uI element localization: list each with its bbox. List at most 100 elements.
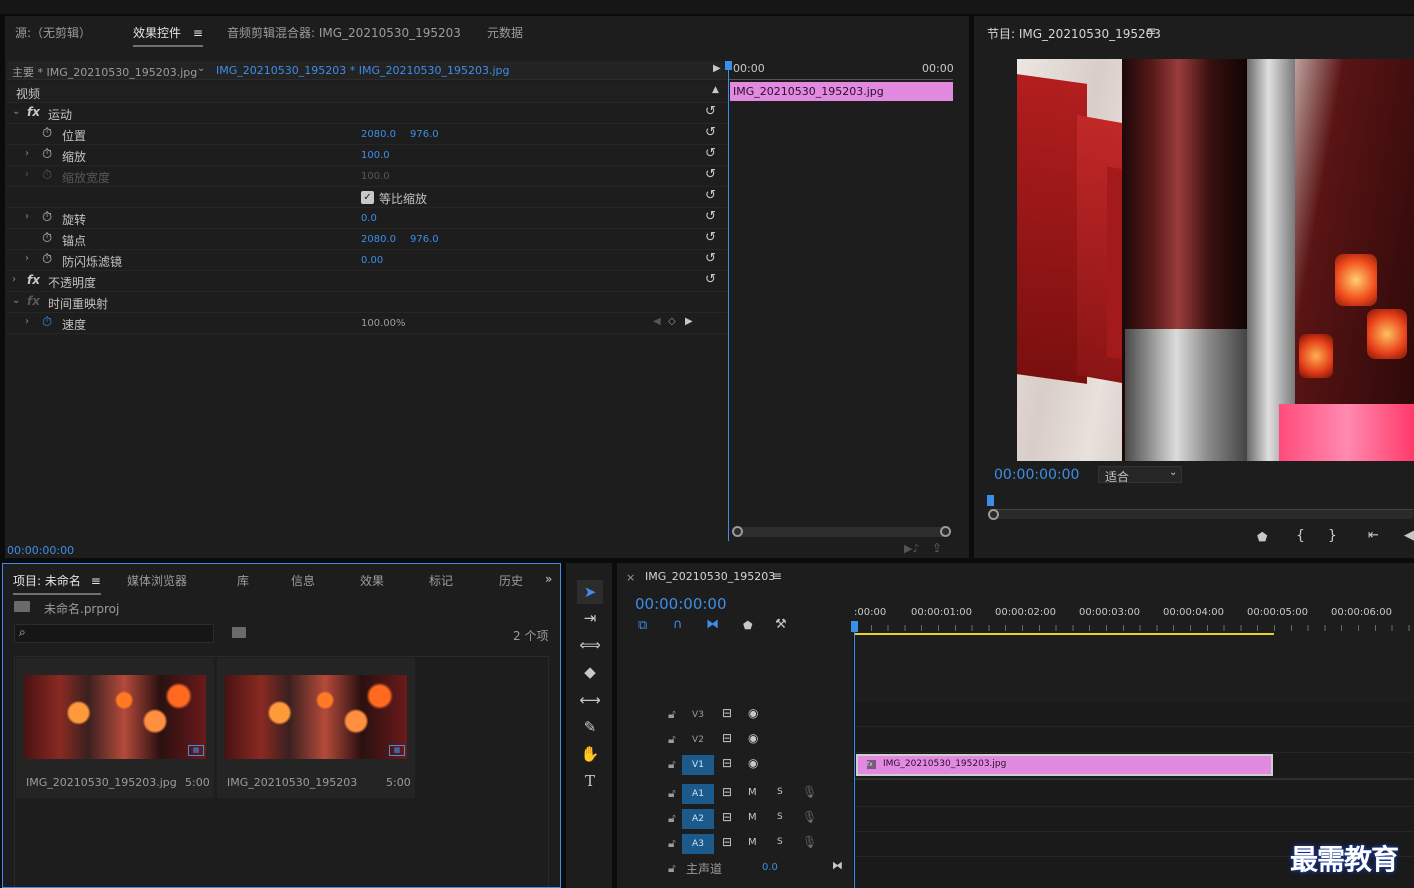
position-x-value[interactable]: 2080.0 [361,129,396,140]
mute-button[interactable]: M [748,837,757,848]
wrench-icon[interactable]: ⚒ [775,617,787,632]
fit-dropdown[interactable]: 适合 ⌄ [1098,466,1182,484]
sync-lock-icon[interactable]: ⊟ [722,731,732,745]
project-item-sequence[interactable]: ▦ IMG_20210530_195203 5:00 [217,658,415,798]
timeline-clip-v1[interactable]: fx IMG_20210530_195203.jpg [856,754,1273,776]
tab-effect-controls[interactable]: 效果控件 ≡ [133,24,203,47]
microphone-icon[interactable]: 🎙︎ [802,810,817,824]
sequence-tab-name[interactable]: IMG_20210530_195203 [645,570,775,583]
stopwatch-icon[interactable]: ⏱ [42,210,52,225]
mini-playhead[interactable] [728,61,729,541]
audio-toggle-icon[interactable]: ▶♪ [904,542,919,555]
nest-toggle-icon[interactable]: ⧉ [638,618,647,633]
sync-lock-icon[interactable]: ⊟ [722,810,732,824]
track-label[interactable]: V1 [682,755,714,775]
microphone-icon[interactable]: 🎙︎ [802,785,817,799]
go-to-end-icon[interactable]: ⧓ [832,859,843,872]
collapse-up-icon[interactable]: ▲ [712,85,719,95]
solo-button[interactable]: S [777,812,783,822]
slip-tool-icon[interactable]: ⟷ [577,688,603,712]
chevron-right-icon[interactable]: › [25,253,29,264]
mark-out-icon[interactable]: } [1328,528,1337,544]
next-keyframe-icon[interactable]: ▶ [685,316,693,327]
reset-icon[interactable]: ↺ [705,167,716,182]
chevron-right-icon[interactable]: › [12,274,16,285]
chevron-down-icon[interactable]: ⌄ [197,63,205,74]
find-bin-icon[interactable] [232,627,246,638]
fx-icon[interactable]: fx [27,294,40,308]
fx-opacity-row[interactable]: › fx 不透明度 ↺ [7,271,727,292]
project-search-input[interactable]: ⌕ [14,624,214,643]
snap-magnet-icon[interactable]: ∩ [673,617,683,632]
tab-markers[interactable]: 标记 [429,572,453,589]
microphone-icon[interactable]: 🎙︎ [802,835,817,849]
reset-icon[interactable]: ↺ [705,188,716,203]
work-area-bar[interactable] [854,633,1274,635]
anchor-y-value[interactable]: 976.0 [410,234,439,245]
tab-media-browser[interactable]: 媒体浏览器 [127,572,187,589]
scroll-handle-right[interactable] [940,526,951,537]
reset-icon[interactable]: ↺ [705,272,716,287]
step-back-icon[interactable]: ◀ [1404,528,1414,543]
panel-menu-icon[interactable]: ≡ [772,569,782,583]
razor-tool-icon[interactable]: ◆ [577,660,603,684]
lock-icon[interactable]: 🔓︎ [668,786,676,801]
sync-lock-icon[interactable]: ⊟ [722,756,732,770]
go-to-in-icon[interactable]: ⇤ [1368,528,1379,543]
chevron-down-icon[interactable]: ⌄ [12,295,20,306]
reset-icon[interactable]: ↺ [705,209,716,224]
chevron-down-icon[interactable]: ⌄ [12,106,20,117]
add-keyframe-icon[interactable]: ◇ [668,316,676,327]
lock-icon[interactable]: 🔓︎ [668,757,676,772]
program-title[interactable]: 节目: IMG_20210530_195203 [987,25,1161,42]
close-icon[interactable]: × [626,571,635,584]
panel-menu-icon[interactable]: ≡ [91,574,101,588]
stopwatch-icon[interactable]: ⏱ [42,315,52,330]
track-select-tool-icon[interactable]: ⇥ [577,606,603,630]
program-video-frame[interactable] [1017,59,1414,461]
ripple-edit-tool-icon[interactable]: ⟺ [577,633,603,657]
mute-button[interactable]: M [748,787,757,798]
reset-icon[interactable]: ↺ [705,146,716,161]
lock-icon[interactable]: 🔓︎ [668,836,676,851]
export-icon[interactable]: ⇪ [932,541,942,555]
lock-icon[interactable]: 🔓︎ [668,861,676,876]
chevron-right-icon[interactable]: › [25,316,29,327]
fx-time-remap-row[interactable]: ⌄ fx 时间重映射 [7,292,727,313]
speed-value[interactable]: 100.00% [361,318,406,329]
track-label[interactable]: A3 [682,834,714,854]
tab-history[interactable]: 历史 [499,572,523,589]
anchor-x-value[interactable]: 2080.0 [361,234,396,245]
fx-icon[interactable]: fx [27,105,40,119]
solo-button[interactable]: S [777,787,783,797]
program-ruler[interactable] [990,496,1414,510]
effect-controls-timecode[interactable]: 00:00:00:00 [7,544,74,557]
scale-value[interactable]: 100.0 [361,150,390,161]
lock-icon[interactable]: 🔓︎ [668,707,676,722]
mini-clip-bar[interactable]: IMG_20210530_195203.jpg [730,82,953,101]
master-clip-label[interactable]: 主要 * IMG_20210530_195203.jpg [12,64,197,80]
reset-icon[interactable]: ↺ [705,230,716,245]
program-playhead-handle[interactable] [987,495,994,506]
timeline-timecode[interactable]: 00:00:00:00 [635,595,727,613]
play-triangle-icon[interactable]: ▶ [713,63,721,74]
rotation-value[interactable]: 0.0 [361,213,377,224]
project-item-clip[interactable]: ▦ IMG_20210530_195203.jpg 5:00 [16,658,214,798]
flicker-value[interactable]: 0.00 [361,255,383,266]
tab-source[interactable]: 源:（无剪辑） [15,24,91,41]
tab-effects[interactable]: 效果 [360,572,384,589]
program-scrollbar[interactable] [988,509,1414,520]
tab-libraries[interactable]: 库 [237,572,249,589]
eye-icon[interactable]: ◉ [748,756,758,770]
reset-icon[interactable]: ↺ [705,104,716,119]
master-track-value[interactable]: 0.0 [762,862,778,873]
prev-keyframe-icon[interactable]: ◀ [653,316,661,327]
program-timecode[interactable]: 00:00:00:00 [994,467,1079,483]
track-label[interactable]: A1 [682,784,714,804]
reset-icon[interactable]: ↺ [705,251,716,266]
marker-icon[interactable]: ⬟ [1257,530,1267,544]
pen-tool-icon[interactable]: ✎ [577,715,603,739]
lock-icon[interactable]: 🔓︎ [668,732,676,747]
sync-lock-icon[interactable]: ⊟ [722,835,732,849]
mark-in-icon[interactable]: { [1296,528,1305,544]
